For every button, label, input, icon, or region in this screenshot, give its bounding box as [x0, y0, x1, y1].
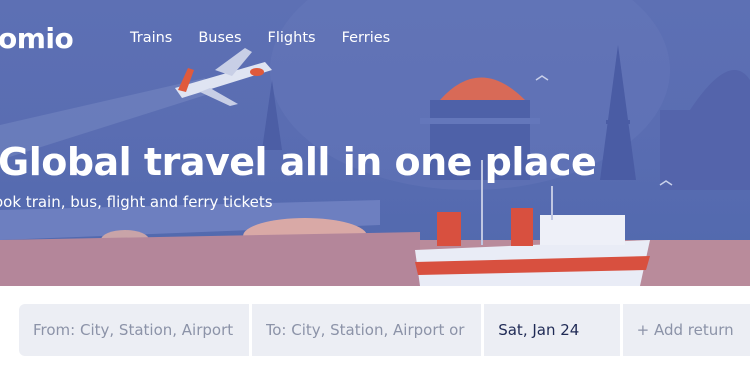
search-bar: Sat, Jan 24 + Add return	[19, 304, 750, 356]
main-nav: Trains Buses Flights Ferries	[130, 30, 416, 46]
departure-date-field[interactable]: Sat, Jan 24	[484, 304, 620, 356]
to-input[interactable]	[265, 321, 482, 339]
add-return-label: + Add return	[636, 321, 734, 339]
from-input[interactable]	[33, 321, 249, 339]
hero-headline: Global travel all in one place	[0, 140, 597, 184]
to-field[interactable]	[251, 304, 482, 356]
nav-ferries[interactable]: Ferries	[342, 30, 391, 46]
add-return-button[interactable]: + Add return	[622, 304, 750, 356]
omio-logo[interactable]: omio	[0, 22, 74, 55]
domed-building-right	[660, 70, 750, 190]
hero-subline: ook train, bus, flight and ferry tickets	[0, 193, 273, 211]
from-field[interactable]	[19, 304, 249, 356]
nav-trains[interactable]: Trains	[130, 30, 172, 46]
nav-flights[interactable]: Flights	[268, 30, 316, 46]
hero-banner: omio Trains Buses Flights Ferries Global…	[0, 0, 750, 286]
nav-buses[interactable]: Buses	[198, 30, 241, 46]
departure-date-value: Sat, Jan 24	[498, 321, 580, 339]
